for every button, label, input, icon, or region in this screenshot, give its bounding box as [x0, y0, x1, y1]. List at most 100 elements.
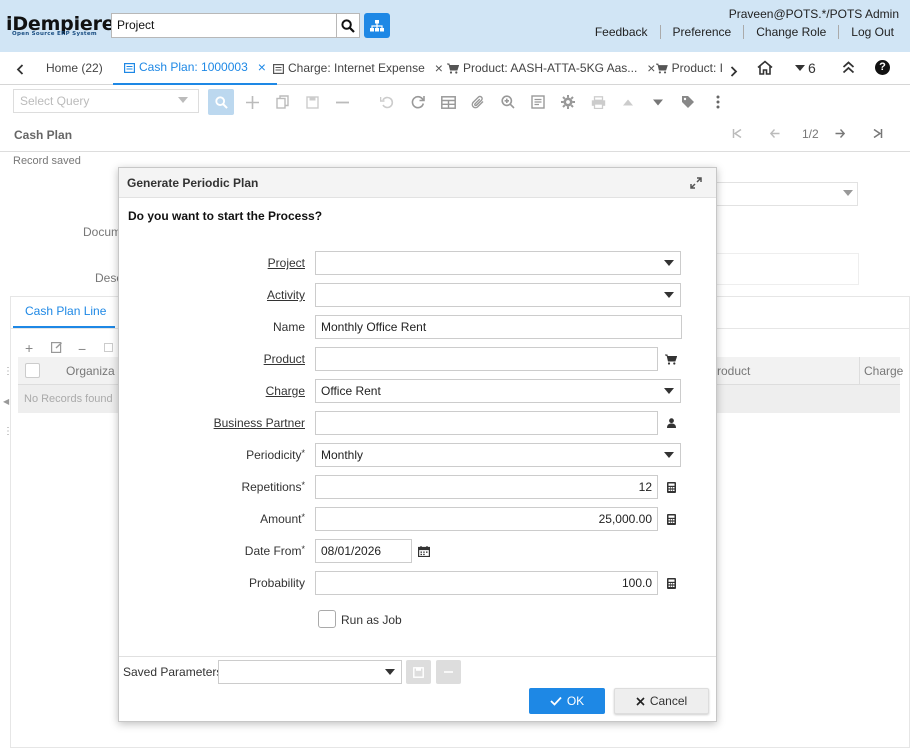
product-field[interactable]: [315, 347, 658, 371]
ok-button[interactable]: OK: [529, 688, 605, 714]
date-from-field[interactable]: 08/01/2026: [315, 539, 412, 563]
more-options-button[interactable]: [705, 89, 731, 115]
maximize-button[interactable]: [690, 177, 702, 189]
saved-parameters-field[interactable]: [218, 660, 379, 684]
search-button[interactable]: [336, 13, 360, 38]
close-icon[interactable]: ×: [647, 54, 655, 83]
calculator-icon: [666, 577, 676, 589]
project-label[interactable]: Project: [119, 256, 305, 270]
process-button[interactable]: [555, 89, 581, 115]
cancel-button[interactable]: Cancel: [614, 688, 709, 714]
sitemap-menu-button[interactable]: [364, 13, 390, 38]
delete-parameters-button[interactable]: [436, 660, 461, 684]
undo-button[interactable]: [374, 89, 400, 115]
periodicity-dropdown-button[interactable]: [657, 443, 681, 467]
date-picker-button[interactable]: [415, 539, 433, 563]
splitter-handle[interactable]: ⋮: [3, 427, 13, 437]
feedback-link[interactable]: Feedback: [595, 25, 648, 39]
first-record-button[interactable]: [732, 129, 742, 138]
run-as-job-checkbox[interactable]: [318, 610, 336, 628]
select-query-dropdown[interactable]: Select Query: [13, 89, 199, 113]
select-query-caret-icon: [178, 97, 188, 104]
repetitions-calculator-button[interactable]: [662, 475, 680, 499]
last-record-button[interactable]: [873, 129, 883, 138]
activity-dropdown-button[interactable]: [657, 283, 681, 307]
save-icon[interactable]: [104, 343, 113, 352]
amount-field[interactable]: 25,000.00: [315, 507, 658, 531]
product-label[interactable]: Product: [119, 352, 305, 366]
global-search-input[interactable]: Project: [111, 13, 337, 38]
splitter-handle[interactable]: ⋮: [3, 367, 13, 377]
print-button[interactable]: [585, 89, 611, 115]
plus-icon[interactable]: +: [25, 340, 33, 356]
new-record-button[interactable]: [239, 89, 265, 115]
probability-calculator-button[interactable]: [662, 571, 680, 595]
tab-home[interactable]: Home (22): [46, 52, 103, 85]
detail-record-button[interactable]: [645, 89, 671, 115]
grid-col-product[interactable]: roduct: [717, 364, 750, 378]
previous-record-button[interactable]: [770, 129, 780, 138]
amount-calculator-button[interactable]: [662, 507, 680, 531]
charge-label[interactable]: Charge: [119, 384, 305, 398]
caret-down-icon: [663, 260, 674, 266]
tag-button[interactable]: [675, 89, 701, 115]
collapse-west-button[interactable]: ◀: [3, 397, 9, 406]
edit-icon[interactable]: [51, 342, 63, 353]
business-partner-search-button[interactable]: [662, 411, 680, 435]
business-partner-label[interactable]: Business Partner: [119, 416, 305, 430]
grid-col-organization[interactable]: Organiza: [66, 364, 115, 378]
saved-parameters-dropdown-button[interactable]: [378, 660, 402, 684]
activity-field[interactable]: [315, 283, 658, 307]
date-from-label: Date From*: [119, 544, 305, 558]
collapse-header-button[interactable]: [842, 61, 855, 74]
charge-field[interactable]: Office Rent: [315, 379, 658, 403]
change-role-link[interactable]: Change Role: [756, 25, 826, 39]
tab-scroll-left-button[interactable]: [16, 64, 24, 75]
tab-product-aash[interactable]: Product: AASH-ATTA-5KG Aas... ×: [447, 52, 655, 85]
calculator-icon: [666, 481, 676, 493]
business-partner-field[interactable]: [315, 411, 658, 435]
periodicity-field[interactable]: Monthly: [315, 443, 658, 467]
attachment-button[interactable]: [465, 89, 491, 115]
logout-link[interactable]: Log Out: [851, 25, 894, 39]
project-dropdown-button[interactable]: [657, 251, 681, 275]
parent-record-button[interactable]: [615, 89, 641, 115]
close-icon[interactable]: ×: [435, 54, 443, 83]
grid-toggle-button[interactable]: [435, 89, 461, 115]
amount-label-text: Amount: [260, 512, 302, 526]
zoom-in-icon: [501, 95, 515, 109]
charge-dropdown-button[interactable]: [657, 379, 681, 403]
run-as-job-label[interactable]: Run as Job: [341, 613, 402, 627]
search-icon: [214, 95, 228, 109]
next-record-button[interactable]: [835, 129, 845, 138]
save-button[interactable]: [299, 89, 325, 115]
save-icon: [305, 95, 319, 109]
repetitions-field[interactable]: 12: [315, 475, 658, 499]
tab-product-partial[interactable]: Product: I: [656, 52, 723, 85]
project-field[interactable]: [315, 251, 658, 275]
close-icon[interactable]: ×: [258, 53, 266, 82]
name-field[interactable]: Monthly Office Rent: [315, 315, 682, 339]
tab-cash-plan-line[interactable]: Cash Plan Line: [13, 297, 115, 328]
tab-cash-plan[interactable]: Cash Plan: 1000003 ×: [113, 52, 277, 85]
copy-record-button[interactable]: [269, 89, 295, 115]
minus-icon[interactable]: −: [78, 341, 86, 357]
select-all-checkbox[interactable]: [25, 363, 40, 378]
product-search-button[interactable]: [662, 347, 680, 371]
preference-link[interactable]: Preference: [673, 25, 732, 39]
zoom-across-button[interactable]: [495, 89, 521, 115]
probability-field[interactable]: 100.0: [315, 571, 658, 595]
save-parameters-button[interactable]: [406, 660, 431, 684]
tab-scroll-right-button[interactable]: [730, 66, 738, 77]
home-button[interactable]: [757, 60, 773, 75]
grid-col-charge[interactable]: Charge: [864, 364, 903, 378]
report-button[interactable]: [525, 89, 551, 115]
tab-list-dropdown[interactable]: 6: [795, 60, 816, 76]
refresh-button[interactable]: [405, 89, 431, 115]
activity-label[interactable]: Activity: [119, 288, 305, 302]
cart-icon: [656, 63, 668, 74]
find-button[interactable]: [208, 89, 234, 115]
help-icon[interactable]: ?: [875, 60, 890, 75]
delete-record-button[interactable]: [329, 89, 355, 115]
tab-charge[interactable]: Charge: Internet Expense ×: [273, 52, 443, 85]
